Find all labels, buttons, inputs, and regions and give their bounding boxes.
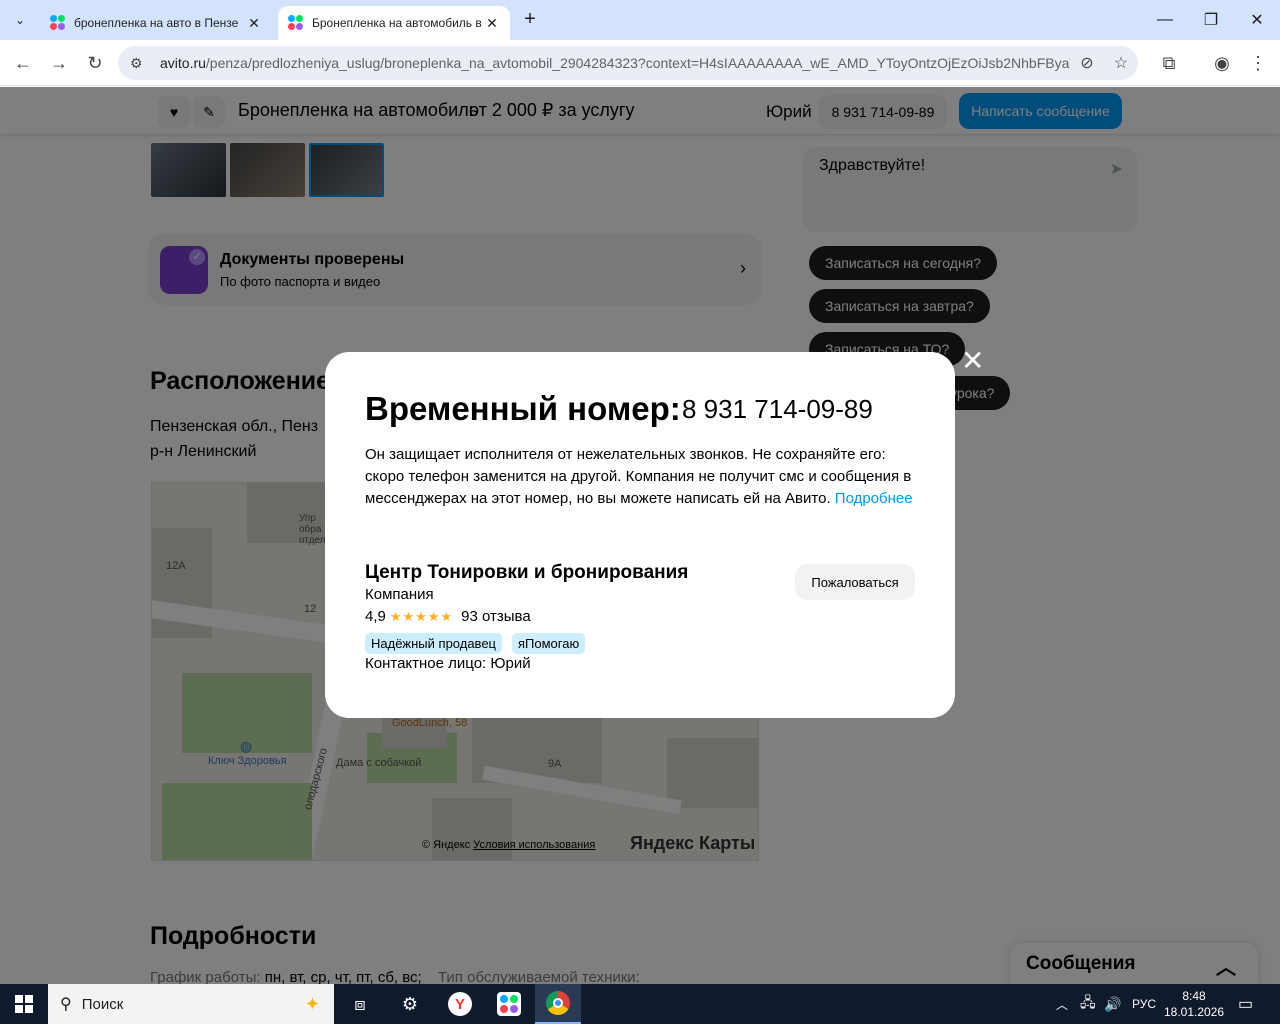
- taskbar-search[interactable]: ⚲ Поиск ✦: [48, 984, 334, 1024]
- contact-person: Контактное лицо: Юрий: [365, 655, 531, 672]
- forward-button[interactable]: →: [44, 48, 74, 78]
- language-indicator[interactable]: РУС: [1132, 984, 1156, 1024]
- yandex-browser-icon[interactable]: Y: [440, 988, 480, 1020]
- yapomogayu-badge: яПомогаю: [512, 633, 586, 654]
- windows-start-icon[interactable]: [0, 984, 48, 1024]
- clock-time: 8:48: [1182, 989, 1206, 1003]
- company-type: Компания: [365, 586, 434, 603]
- reliable-seller-badge: Надёжный продавец: [365, 633, 502, 654]
- modal-title: Временный номер:: [365, 390, 681, 427]
- minimize-button[interactable]: —: [1142, 0, 1188, 40]
- rating-stars-icon: ★★★★★: [389, 608, 454, 624]
- avito-favicon: [50, 15, 66, 31]
- tab-1[interactable]: бронепленка на авто в Пензе ✕: [40, 6, 272, 40]
- task-view-icon[interactable]: ⧈: [340, 988, 380, 1020]
- modal-description: Он защищает исполнителя от нежелательных…: [365, 446, 913, 507]
- volume-icon[interactable]: 🔊: [1104, 984, 1121, 1024]
- site-info-icon[interactable]: ⚙: [130, 55, 148, 72]
- more-link[interactable]: Подробнее: [835, 490, 913, 507]
- settings-gear-icon[interactable]: ⚙: [390, 988, 430, 1020]
- chrome-icon[interactable]: [535, 984, 581, 1024]
- network-icon[interactable]: 🖧: [1080, 984, 1096, 1024]
- extensions-icon[interactable]: ⧉: [1154, 48, 1184, 78]
- page-content: ♥ ✎ Бронепленка на автомобиль от 2 000 ₽…: [0, 87, 1280, 984]
- company-name[interactable]: Центр Тонировки и бронирования: [365, 562, 688, 584]
- temporary-number-modal: Временный номер: 8 931 714-09-89 Он защи…: [325, 352, 955, 718]
- tab-title: Бронепленка на автомобиль в: [312, 16, 482, 30]
- new-tab-button[interactable]: +: [518, 8, 542, 32]
- search-placeholder: Поиск: [81, 995, 124, 1013]
- rating-row[interactable]: 4,9 ★★★★★ 93 отзыва: [365, 608, 531, 625]
- search-icon: ⚲: [60, 996, 72, 1013]
- rating-value: 4,9: [365, 608, 386, 625]
- modal-close-icon[interactable]: ✕: [961, 347, 984, 375]
- tab-bar: ⌄ бронепленка на авто в Пензе ✕ Бронепле…: [0, 0, 1280, 40]
- tab-close-icon[interactable]: ✕: [484, 15, 500, 32]
- menu-icon[interactable]: ⋮: [1243, 48, 1273, 78]
- tab-2-active[interactable]: Бронепленка на автомобиль в ✕: [278, 6, 510, 40]
- windows-taskbar: ⚲ Поиск ✦ ⧈ ⚙ Y ︿ 🖧 🔊 РУС 8:48 18.01.202…: [0, 984, 1280, 1024]
- address-bar[interactable]: ⚙ avito.ru/penza/predlozheniya_uslug/bro…: [118, 46, 1138, 80]
- tab-search-button[interactable]: ⌄: [8, 8, 32, 32]
- complain-button[interactable]: Пожаловаться: [795, 564, 915, 600]
- search-highlight-icon: ✦: [304, 993, 320, 1014]
- profile-icon[interactable]: ◉: [1207, 48, 1237, 78]
- modal-phone: 8 931 714-09-89: [682, 394, 873, 424]
- notifications-icon[interactable]: ▭: [1238, 984, 1253, 1024]
- show-hidden-icons[interactable]: ︿: [1056, 984, 1068, 1024]
- tab-close-icon[interactable]: ✕: [246, 15, 262, 32]
- bookmark-star-icon[interactable]: ☆: [1104, 53, 1138, 73]
- url-text: avito.ru/penza/predlozheniya_uslug/brone…: [160, 55, 1070, 71]
- reload-button[interactable]: ↻: [80, 48, 110, 78]
- tab-title: бронепленка на авто в Пензе: [74, 16, 239, 30]
- clock-date: 18.01.2026: [1163, 1005, 1225, 1019]
- avito-favicon: [288, 15, 304, 31]
- tracking-protection-icon[interactable]: ⊘: [1070, 53, 1104, 73]
- reviews-count[interactable]: 93 отзыва: [461, 608, 531, 625]
- close-window-button[interactable]: ✕: [1234, 0, 1280, 40]
- back-button[interactable]: ←: [8, 48, 38, 78]
- clock[interactable]: 8:48 18.01.2026: [1163, 984, 1225, 1024]
- restore-button[interactable]: ❐: [1188, 0, 1234, 40]
- avito-app-icon[interactable]: [489, 988, 529, 1020]
